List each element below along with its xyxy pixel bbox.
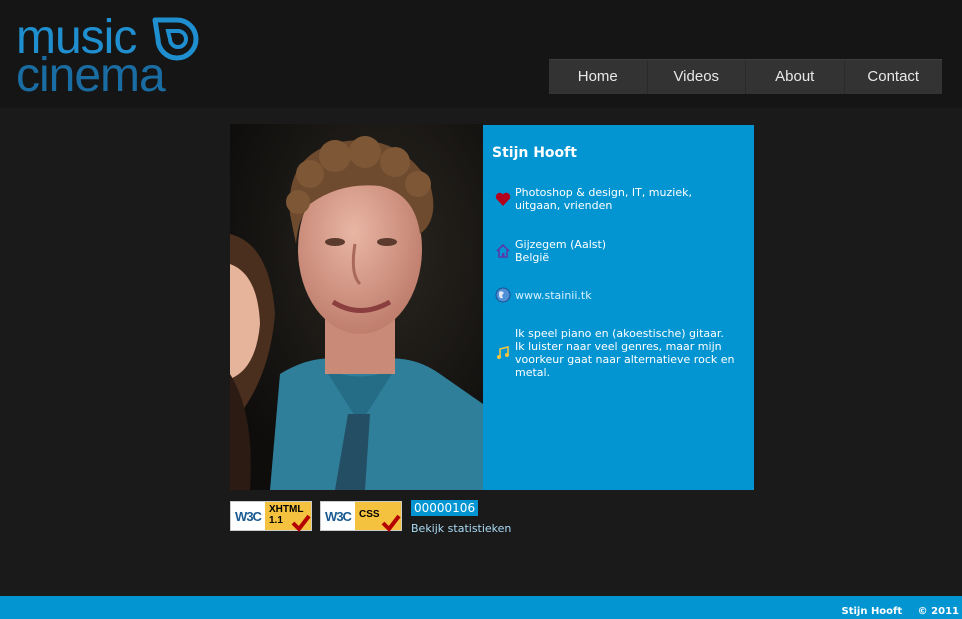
main-nav: Home Videos About Contact	[549, 59, 942, 94]
website-link[interactable]: www.stainii.tk	[515, 289, 592, 302]
nav-about[interactable]: About	[746, 60, 845, 94]
stats-link[interactable]: Bekijk statistieken	[411, 522, 511, 535]
interests-row: Photoshop & design, IT, muziek, uitgaan,…	[493, 186, 751, 212]
css-label: CSS	[359, 509, 380, 520]
interests-line-1: Photoshop & design, IT, muziek,	[515, 186, 692, 199]
nav-contact[interactable]: Contact	[845, 60, 943, 94]
w3c-logo: W3C	[325, 508, 352, 524]
profile-name: Stijn Hooft	[492, 145, 577, 161]
profile-info-panel: Stijn Hooft Photoshop & design, IT, muzi…	[483, 125, 754, 490]
footer-copyright: © 2011	[917, 606, 959, 617]
music-line-2: Ik luister naar veel genres, maar mijn	[515, 340, 722, 353]
music-line-1: Ik speel piano en (akoestische) gitaar.	[515, 327, 724, 340]
website-row: www.stainii.tk	[493, 285, 751, 305]
w3c-xhtml-badge[interactable]: W3C XHTML 1.1	[230, 501, 312, 532]
nav-home[interactable]: Home	[549, 60, 648, 94]
nav-videos[interactable]: Videos	[648, 60, 746, 94]
w3c-logo: W3C	[235, 508, 262, 524]
location-line-1: Gijzegem (Aalst)	[515, 238, 607, 251]
site-footer: Stijn Hooft © 2011	[0, 596, 962, 619]
location-row: Gijzegem (Aalst) België	[493, 238, 751, 264]
logo-drop-icon	[152, 17, 199, 61]
music-row: Ik speel piano en (akoestische) gitaar. …	[493, 327, 751, 379]
site-logo[interactable]: music cinema	[16, 14, 206, 100]
music-note-icon	[493, 343, 513, 363]
globe-icon	[493, 285, 513, 305]
house-icon	[493, 241, 513, 261]
music-line-3: voorkeur gaat naar alternatieve rock en	[515, 353, 735, 366]
interests-line-2: uitgaan, vrienden	[515, 199, 613, 212]
heart-icon	[493, 189, 513, 209]
music-line-4: metal.	[515, 366, 551, 379]
visitor-counter: 00000106	[411, 500, 479, 516]
profile-photo	[230, 124, 483, 490]
logo-word-cinema: cinema	[16, 49, 166, 102]
location-line-2: België	[515, 251, 550, 264]
site-header: music cinema Home Videos About Contact	[0, 0, 962, 108]
checkmark-icon	[291, 514, 311, 532]
footer-author: Stijn Hooft	[841, 606, 903, 617]
w3c-css-badge[interactable]: W3C CSS	[320, 501, 402, 532]
checkmark-icon	[381, 514, 401, 532]
